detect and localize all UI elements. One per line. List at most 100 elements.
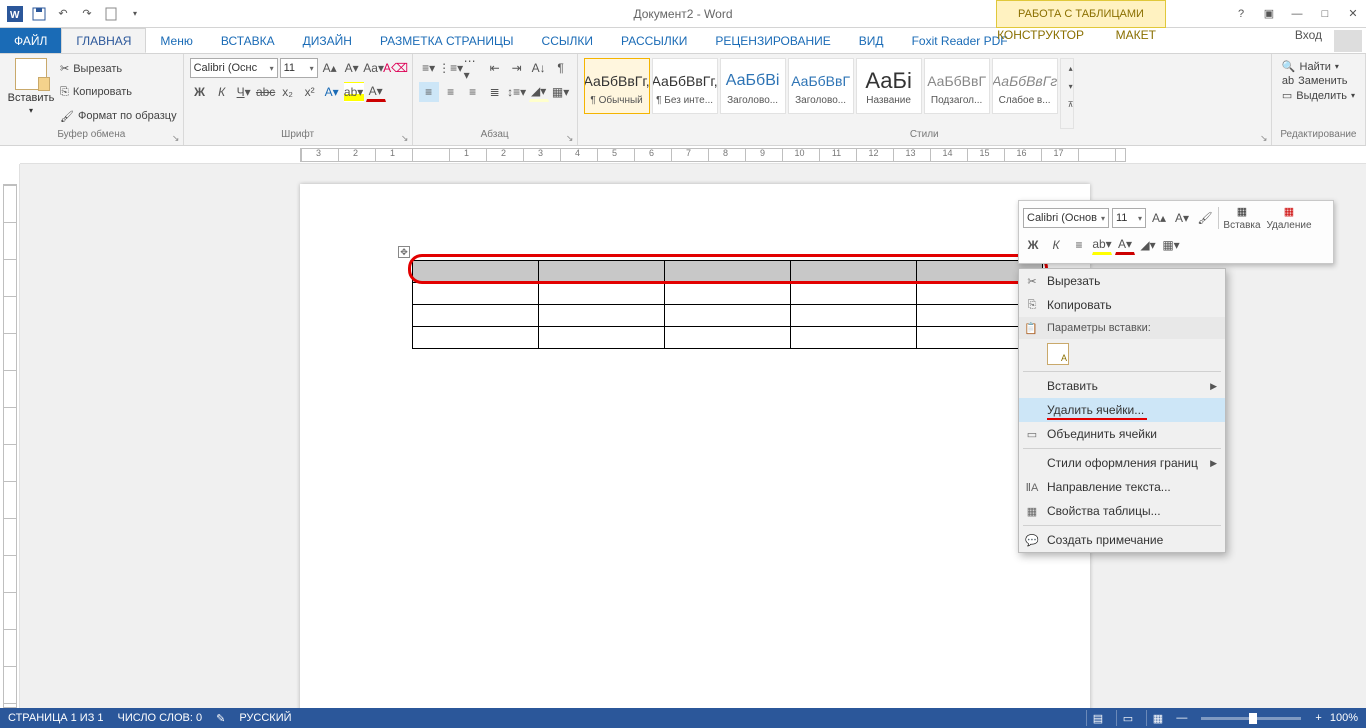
- font-size-combo[interactable]: 11▾: [280, 58, 318, 78]
- tab-references[interactable]: ССЫЛКИ: [528, 28, 607, 53]
- align-center-icon[interactable]: ≡: [441, 82, 461, 102]
- mini-shading-icon[interactable]: ◢▾: [1138, 235, 1158, 255]
- align-left-icon[interactable]: ≡: [419, 82, 439, 102]
- avatar[interactable]: [1334, 30, 1362, 52]
- view-web-icon[interactable]: ▦: [1146, 710, 1168, 726]
- table-row[interactable]: [413, 327, 1043, 349]
- outdent-icon[interactable]: ⇤: [485, 58, 505, 78]
- status-wordcount[interactable]: ЧИСЛО СЛОВ: 0: [118, 712, 203, 724]
- mini-bold-button[interactable]: Ж: [1023, 235, 1043, 255]
- table-row[interactable]: [413, 261, 1043, 283]
- ribbon-options-icon[interactable]: ▣: [1260, 7, 1278, 20]
- styles-up-icon[interactable]: ▴: [1061, 59, 1081, 77]
- styles-down-icon[interactable]: ▾: [1061, 77, 1081, 95]
- change-case-icon[interactable]: Aa▾: [364, 58, 384, 78]
- mini-insert-button[interactable]: ▦Вставка: [1222, 205, 1262, 231]
- paste-button[interactable]: Вставить ▾: [6, 56, 56, 129]
- save-icon[interactable]: [28, 3, 50, 25]
- line-spacing-icon[interactable]: ↕≡▾: [507, 82, 527, 102]
- ctx-new-comment[interactable]: 💬Создать примечание: [1019, 528, 1225, 552]
- ctx-delete-cells[interactable]: Удалить ячейки...: [1019, 398, 1225, 422]
- mini-painter-icon[interactable]: 🖌: [1195, 208, 1215, 228]
- mini-align-icon[interactable]: ≡: [1069, 235, 1089, 255]
- mini-grow-icon[interactable]: A▴: [1149, 208, 1169, 228]
- tab-mailings[interactable]: РАССЫЛКИ: [607, 28, 701, 53]
- ctx-table-properties[interactable]: ▦Свойства таблицы...: [1019, 499, 1225, 523]
- strike-button[interactable]: abc: [256, 82, 276, 102]
- tab-table-design[interactable]: КОНСТРУКТОР: [983, 28, 1098, 42]
- tab-table-layout[interactable]: МАКЕТ: [1102, 28, 1170, 42]
- view-print-icon[interactable]: ▤: [1086, 710, 1108, 726]
- tab-menu[interactable]: Меню: [146, 28, 206, 53]
- tab-file[interactable]: ФАЙЛ: [0, 28, 61, 53]
- ctx-border-styles[interactable]: Стили оформления границ▶: [1019, 451, 1225, 475]
- help-icon[interactable]: ?: [1232, 8, 1250, 20]
- tab-insert[interactable]: ВСТАВКА: [207, 28, 289, 53]
- tab-view[interactable]: ВИД: [845, 28, 898, 53]
- shading-icon[interactable]: ◢▾: [529, 82, 549, 102]
- bold-button[interactable]: Ж: [190, 82, 210, 102]
- mini-size-combo[interactable]: 11▾: [1112, 208, 1146, 228]
- mini-font-combo[interactable]: Calibri (Основ▾: [1023, 208, 1109, 228]
- highlight-icon[interactable]: ab▾: [344, 82, 364, 102]
- ctx-merge-cells[interactable]: ▭Объединить ячейки: [1019, 422, 1225, 446]
- paste-keep-text-icon[interactable]: A: [1047, 343, 1069, 365]
- underline-button[interactable]: Ч▾: [234, 82, 254, 102]
- launcher-icon[interactable]: ↘: [400, 133, 410, 143]
- signin-link[interactable]: Вход: [1281, 28, 1336, 42]
- launcher-icon[interactable]: ↘: [171, 133, 181, 143]
- font-name-combo[interactable]: Calibri (Оснс▾: [190, 58, 278, 78]
- minimize-icon[interactable]: —: [1288, 8, 1306, 20]
- maximize-icon[interactable]: □: [1316, 8, 1334, 20]
- table-move-handle[interactable]: ✥: [398, 246, 410, 258]
- grow-font-icon[interactable]: A▴: [320, 58, 340, 78]
- tab-home[interactable]: ГЛАВНАЯ: [61, 28, 146, 53]
- mini-fontcolor-icon[interactable]: A▾: [1115, 235, 1135, 255]
- table[interactable]: ✥: [412, 260, 1043, 349]
- shrink-font-icon[interactable]: A▾: [342, 58, 362, 78]
- mini-borders-icon[interactable]: ▦▾: [1161, 235, 1181, 255]
- styles-more-icon[interactable]: ⊼: [1061, 95, 1081, 113]
- borders-icon[interactable]: ▦▾: [551, 82, 571, 102]
- find-button[interactable]: 🔍Найти▾: [1282, 60, 1355, 73]
- zoom-value[interactable]: 100%: [1330, 712, 1358, 724]
- mini-shrink-icon[interactable]: A▾: [1172, 208, 1192, 228]
- clear-format-icon[interactable]: A⌫: [386, 58, 406, 78]
- multilevel-icon[interactable]: ⋯▾: [463, 58, 483, 78]
- table-row[interactable]: [413, 283, 1043, 305]
- launcher-icon[interactable]: ↘: [1259, 133, 1269, 143]
- italic-button[interactable]: К: [212, 82, 232, 102]
- style-heading1[interactable]: АаБбВіЗаголово...: [720, 58, 786, 114]
- mini-italic-button[interactable]: К: [1046, 235, 1066, 255]
- table-row[interactable]: [413, 305, 1043, 327]
- mini-delete-button[interactable]: ▦Удаление: [1265, 205, 1313, 231]
- document-area[interactable]: ✥ Calibri (Основ▾ 11▾ A▴ A▾ 🖌 ▦Вставка ▦…: [20, 164, 1366, 708]
- zoom-out-button[interactable]: —: [1176, 712, 1187, 724]
- format-painter-button[interactable]: 🖌Формат по образцу: [60, 110, 177, 123]
- ctx-insert[interactable]: Вставить▶: [1019, 374, 1225, 398]
- style-subtitle[interactable]: АаБбВвГПодзагол...: [924, 58, 990, 114]
- ruler-vertical[interactable]: [0, 164, 20, 708]
- ruler-horizontal[interactable]: 3211234567891011121314151617: [20, 146, 1366, 164]
- numbering-icon[interactable]: ⋮≡▾: [441, 58, 461, 78]
- mini-highlight-icon[interactable]: ab▾: [1092, 235, 1112, 255]
- close-icon[interactable]: ✕: [1344, 7, 1362, 20]
- tab-review[interactable]: РЕЦЕНЗИРОВАНИЕ: [701, 28, 844, 53]
- bullets-icon[interactable]: ≡▾: [419, 58, 439, 78]
- view-read-icon[interactable]: ▭: [1116, 710, 1138, 726]
- cut-button[interactable]: ✂Вырезать: [60, 62, 177, 75]
- redo-icon[interactable]: ↷: [76, 3, 98, 25]
- style-heading2[interactable]: АаБбВвГЗаголово...: [788, 58, 854, 114]
- justify-icon[interactable]: ≣: [485, 82, 505, 102]
- status-language[interactable]: РУССКИЙ: [239, 712, 291, 724]
- show-marks-icon[interactable]: ¶: [551, 58, 571, 78]
- select-button[interactable]: ▭Выделить▾: [1282, 89, 1355, 102]
- tab-design[interactable]: ДИЗАЙН: [289, 28, 366, 53]
- tab-pagelayout[interactable]: РАЗМЕТКА СТРАНИЦЫ: [366, 28, 528, 53]
- indent-icon[interactable]: ⇥: [507, 58, 527, 78]
- subscript-button[interactable]: x₂: [278, 82, 298, 102]
- superscript-button[interactable]: x²: [300, 82, 320, 102]
- zoom-in-button[interactable]: +: [1315, 712, 1321, 724]
- zoom-slider[interactable]: [1201, 717, 1301, 720]
- font-color-icon[interactable]: A▾: [366, 82, 386, 102]
